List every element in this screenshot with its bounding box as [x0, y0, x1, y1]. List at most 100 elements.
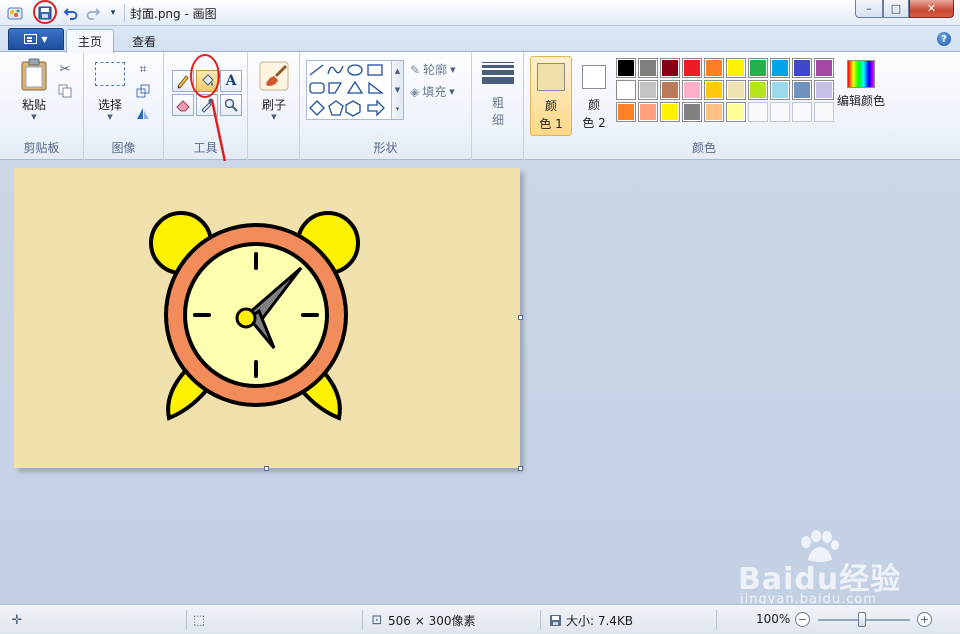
palette-swatch[interactable]: [638, 58, 658, 78]
edit-colors-button[interactable]: 编辑颜色: [834, 60, 888, 109]
shapes-scrollbar[interactable]: ▲ ▼ ▾: [392, 60, 404, 120]
palette-swatch[interactable]: [726, 58, 746, 78]
tab-home[interactable]: 主页: [66, 29, 114, 53]
color1-swatch: [537, 63, 565, 91]
outline-label: 轮廓: [423, 63, 448, 77]
resize-handle-bottom[interactable]: [264, 466, 269, 471]
palette-swatch[interactable]: [660, 102, 680, 122]
palette-swatch[interactable]: [638, 102, 658, 122]
redo-icon[interactable]: [84, 4, 102, 22]
text-tool[interactable]: A: [220, 70, 242, 92]
brush-icon: [259, 61, 289, 91]
palette-custom-slot[interactable]: [748, 102, 768, 122]
shapes-gallery-icons: [309, 64, 385, 117]
palette-swatch[interactable]: [748, 58, 768, 78]
app-icon[interactable]: [6, 4, 24, 22]
palette-swatch[interactable]: [726, 102, 746, 122]
palette-swatch[interactable]: [770, 58, 790, 78]
palette-custom-slot[interactable]: [770, 102, 790, 122]
fill-icon: ◈: [410, 84, 420, 99]
palette-swatch[interactable]: [704, 80, 724, 100]
palette-swatch[interactable]: [704, 58, 724, 78]
eraser-tool[interactable]: [172, 94, 194, 116]
file-menu-button[interactable]: ▼: [8, 28, 64, 50]
close-button[interactable]: ✕: [909, 0, 954, 18]
paste-dropdown-icon: ▼: [31, 113, 37, 121]
status-separator: [716, 610, 717, 630]
resize-icon[interactable]: [134, 82, 152, 100]
color1-label-2: 色 1: [539, 117, 563, 131]
palette-swatch[interactable]: [770, 80, 790, 100]
image-group-label: 图像: [111, 141, 136, 155]
palette-custom-slot[interactable]: [814, 102, 834, 122]
status-bar: ✛ ⬚ ⊡ 506 × 300像素 大小: 7.4KB 100% − +: [0, 604, 960, 634]
palette-swatch[interactable]: [814, 58, 834, 78]
palette-custom-slot[interactable]: [792, 102, 812, 122]
palette-swatch[interactable]: [682, 102, 702, 122]
color2-button[interactable]: 颜 色 2: [576, 56, 616, 136]
rotate-icon[interactable]: [134, 104, 152, 122]
shapes-group-label: 形状: [373, 141, 398, 155]
fill-tool-highlight-circle: [190, 54, 220, 98]
zoom-slider-thumb[interactable]: [858, 612, 866, 627]
palette-swatch[interactable]: [616, 58, 636, 78]
shapes-gallery[interactable]: [306, 60, 392, 120]
palette-swatch[interactable]: [814, 80, 834, 100]
palette-swatch[interactable]: [682, 58, 702, 78]
color-palette: [616, 58, 838, 128]
file-menu-icon: [24, 34, 38, 44]
undo-icon[interactable]: [62, 4, 80, 22]
cut-icon[interactable]: ✂: [56, 60, 74, 78]
clipboard-group-label: 剪贴板: [23, 141, 60, 155]
outline-button[interactable]: ✎ 轮廓 ▼: [410, 61, 455, 78]
status-separator: [362, 610, 363, 630]
palette-swatch[interactable]: [704, 102, 724, 122]
edit-colors-label: 编辑颜色: [836, 94, 885, 108]
tab-view[interactable]: 查看: [122, 29, 166, 53]
zoom-in-button[interactable]: +: [917, 612, 932, 627]
palette-swatch[interactable]: [638, 80, 658, 100]
color2-label-2: 色 2: [582, 116, 606, 130]
palette-swatch[interactable]: [792, 58, 812, 78]
copy-icon[interactable]: [56, 82, 74, 100]
palette-swatch[interactable]: [616, 80, 636, 100]
window-title: 封面.png - 画图: [130, 7, 217, 21]
paste-button[interactable]: 粘贴 ▼: [12, 58, 56, 121]
help-icon[interactable]: ?: [937, 32, 951, 46]
outline-icon: ✎: [410, 62, 421, 77]
brushes-dropdown-icon: ▼: [271, 113, 277, 121]
select-label: 选择: [97, 98, 122, 112]
palette-swatch[interactable]: [748, 80, 768, 100]
maximize-button[interactable]: □: [883, 0, 909, 18]
palette-swatch[interactable]: [682, 80, 702, 100]
chevron-down-icon: ▼: [41, 34, 48, 44]
crop-icon[interactable]: ⌗: [134, 60, 152, 78]
fill-button[interactable]: ◈ 填充 ▼: [410, 83, 455, 100]
customize-icon[interactable]: ▾: [104, 4, 122, 22]
resize-handle-corner[interactable]: [518, 466, 523, 471]
palette-swatch[interactable]: [726, 80, 746, 100]
outline-dropdown-icon: ▼: [450, 65, 456, 74]
alarm-clock-image: [149, 211, 360, 421]
zoom-level: 100%: [756, 612, 791, 626]
palette-swatch[interactable]: [660, 58, 680, 78]
palette-swatch[interactable]: [792, 80, 812, 100]
size-button[interactable]: 粗 细: [480, 60, 516, 128]
colors-group-label: 颜色: [691, 141, 716, 155]
palette-swatch[interactable]: [616, 102, 636, 122]
size-group: 粗 细: [472, 52, 524, 160]
size-label-2: 细: [491, 113, 504, 127]
baidu-watermark: Baidu经验 jingyan.baidu.com: [738, 530, 938, 610]
select-button[interactable]: 选择 ▼: [90, 62, 130, 121]
palette-swatch[interactable]: [660, 80, 680, 100]
fill-label: 填充: [422, 85, 447, 99]
zoom-out-button[interactable]: −: [795, 612, 810, 627]
resize-handle-right[interactable]: [518, 315, 523, 320]
drawing-canvas[interactable]: [14, 168, 520, 468]
color1-button[interactable]: 颜 色 1: [530, 56, 572, 136]
status-separator: [540, 610, 541, 630]
color2-swatch: [582, 65, 606, 89]
brushes-button[interactable]: 刷子 ▼: [254, 60, 294, 121]
minimize-button[interactable]: –: [855, 0, 883, 18]
paste-label: 粘贴: [21, 98, 46, 112]
